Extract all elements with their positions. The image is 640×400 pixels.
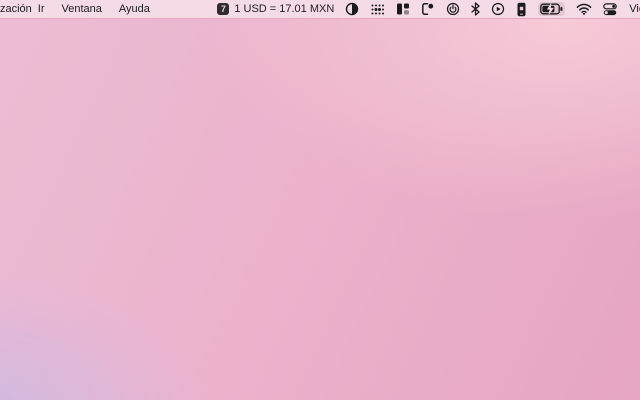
bluetooth-icon[interactable]: [471, 2, 480, 16]
phone-icon[interactable]: [516, 2, 527, 17]
window-tiles-icon[interactable]: [396, 2, 410, 16]
menu-item-truncated[interactable]: zación: [0, 3, 32, 15]
contrast-icon[interactable]: [345, 2, 359, 16]
menu-item-ir[interactable]: Ir: [38, 3, 45, 15]
power-circle-icon[interactable]: [446, 2, 460, 16]
menu-item-ventana[interactable]: Ventana: [62, 3, 102, 15]
battery-charging-icon[interactable]: [538, 2, 565, 16]
status-area: 7 1 USD = 17.01 MXN: [217, 2, 640, 17]
wifi-icon[interactable]: [576, 3, 592, 15]
menu-item-ayuda[interactable]: Ayuda: [119, 3, 150, 15]
control-center-icon[interactable]: [603, 3, 617, 16]
menubar-date[interactable]: Vie: [628, 3, 640, 15]
play-circle-icon[interactable]: [491, 2, 505, 16]
currency-exchange-item[interactable]: 7 1 USD = 17.01 MXN: [217, 3, 334, 15]
dots-grid-icon[interactable]: [370, 3, 385, 16]
currency-app-icon: 7: [217, 3, 229, 15]
exchange-rate-text: 1 USD = 17.01 MXN: [234, 3, 334, 15]
desktop-wallpaper[interactable]: [0, 0, 640, 400]
app-menus: zación Ir Ventana Ayuda: [0, 3, 150, 15]
menu-bar: zación Ir Ventana Ayuda 7 1 USD = 17.01 …: [0, 0, 640, 19]
screen-record-icon[interactable]: [421, 2, 435, 16]
